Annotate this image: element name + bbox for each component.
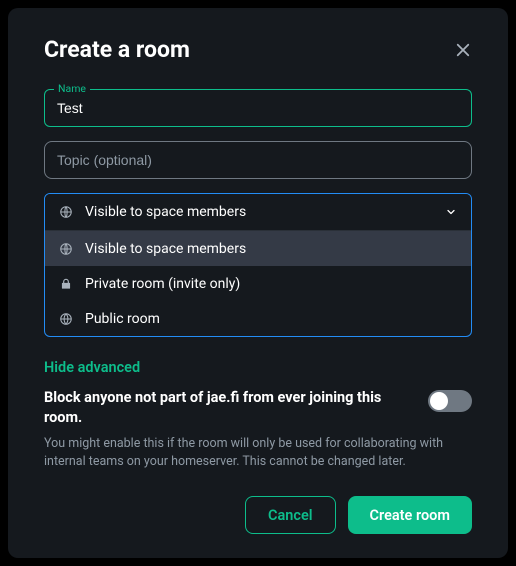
cancel-button[interactable]: Cancel bbox=[245, 496, 336, 534]
create-room-button[interactable]: Create room bbox=[348, 496, 472, 534]
block-federation-row: Block anyone not part of jae.fi from eve… bbox=[44, 388, 472, 427]
dialog-title: Create a room bbox=[44, 36, 190, 63]
visibility-options: Visible to space members Private room (i… bbox=[45, 230, 471, 336]
option-label: Private room (invite only) bbox=[85, 276, 240, 292]
close-button[interactable] bbox=[454, 41, 472, 59]
option-label: Visible to space members bbox=[85, 241, 246, 257]
visibility-option-private[interactable]: Private room (invite only) bbox=[45, 266, 471, 301]
create-room-dialog: Create a room Name Visible to space memb… bbox=[8, 8, 508, 558]
globe-grid-icon bbox=[59, 242, 73, 256]
visibility-option-space-members[interactable]: Visible to space members bbox=[45, 231, 471, 266]
globe-grid-icon bbox=[59, 205, 73, 219]
close-icon bbox=[454, 41, 472, 59]
topic-field-wrap bbox=[44, 141, 472, 179]
visibility-option-public[interactable]: Public room bbox=[45, 301, 471, 336]
hide-advanced-link[interactable]: Hide advanced bbox=[44, 359, 472, 376]
visibility-selected-label: Visible to space members bbox=[85, 204, 433, 220]
dialog-header: Create a room bbox=[44, 36, 472, 63]
visibility-select-header[interactable]: Visible to space members bbox=[45, 194, 471, 230]
dialog-footer: Cancel Create room bbox=[245, 496, 472, 534]
chevron-down-icon bbox=[445, 206, 457, 218]
globe-icon bbox=[59, 312, 73, 326]
block-federation-hint: You might enable this if the room will o… bbox=[44, 435, 472, 471]
topic-input[interactable] bbox=[44, 141, 472, 179]
lock-icon bbox=[59, 277, 73, 291]
option-label: Public room bbox=[85, 311, 160, 327]
name-field-label: Name bbox=[54, 82, 90, 95]
block-federation-title: Block anyone not part of jae.fi from eve… bbox=[44, 388, 410, 427]
block-federation-toggle[interactable] bbox=[428, 390, 472, 412]
name-input[interactable] bbox=[44, 89, 472, 127]
visibility-select: Visible to space members Visible to spac… bbox=[44, 193, 472, 337]
name-field-wrap: Name bbox=[44, 89, 472, 127]
